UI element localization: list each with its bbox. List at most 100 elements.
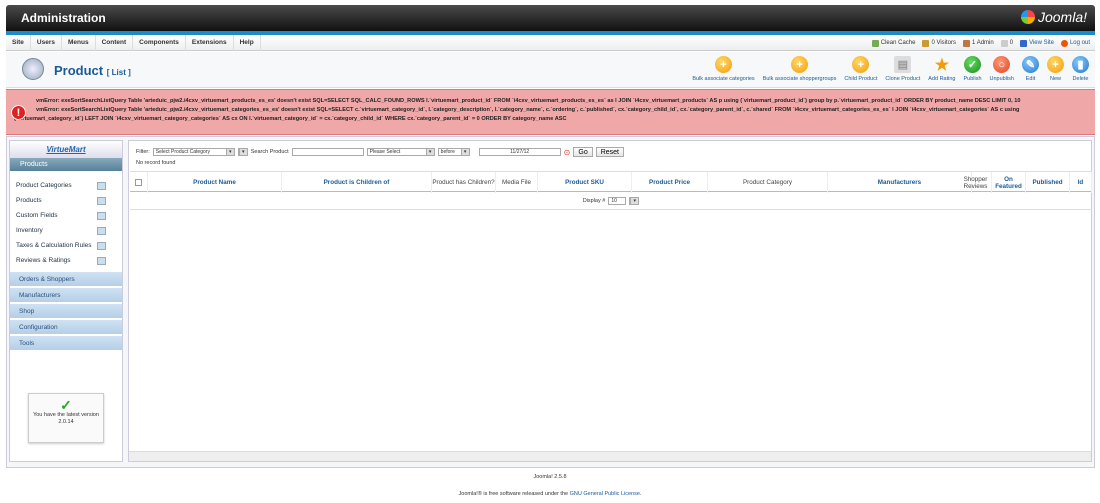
toolbar-button-label: Bulk associate shoppergroups [762, 76, 837, 82]
menu-site[interactable]: Site [6, 34, 31, 51]
date-operator-select[interactable]: before ▾ [437, 148, 470, 156]
new-button[interactable]: + New [1045, 56, 1066, 82]
sidebar-item-label: Taxes & Calculation Rules [16, 242, 92, 249]
column-media-file: Media File [496, 172, 538, 193]
menu-users[interactable]: Users [31, 34, 62, 51]
date-input[interactable]: 11/27/12 [478, 148, 561, 156]
sidebar-item-product-categories[interactable]: Product Categories [10, 182, 122, 191]
gpl-link[interactable]: GNU General Public License [570, 491, 640, 497]
select-all-checkbox-cell [130, 172, 148, 193]
go-button[interactable]: Go [573, 147, 593, 157]
products-icon [97, 197, 106, 205]
sidebar-heading[interactable]: Products [10, 158, 122, 171]
taxes-calculation-rules-icon [97, 242, 106, 250]
column-shopper-reviews: Shopper Reviews [960, 172, 992, 193]
column-on-featured[interactable]: On Featured [992, 172, 1026, 193]
column-product-sku[interactable]: Product SKU [538, 172, 632, 193]
display-select[interactable]: ▾ [629, 197, 640, 205]
sidebar-item-label: Products [16, 197, 42, 204]
mail-icon [1000, 39, 1008, 47]
status-bar: Clean Cache 0 Visitors 1 Admin 0 View Si… [871, 35, 1090, 51]
column-product-is-children-of[interactable]: Product is Children of [282, 172, 432, 193]
column-manufacturers[interactable]: Manufacturers [828, 172, 972, 193]
bulk-associate-shoppergroups-button[interactable]: + Bulk associate shoppergroups [761, 56, 839, 82]
view-site-link[interactable]: View Site [1020, 39, 1054, 47]
error-icon: ! [11, 105, 26, 120]
footer-version: Joomla! 2.5.8 [533, 474, 567, 480]
clean-cache-link[interactable]: Clean Cache [871, 39, 915, 47]
joomla-logo-icon [1020, 10, 1035, 24]
edit-button[interactable]: ✎ Edit [1020, 56, 1041, 82]
product-categories-icon [97, 182, 106, 190]
column-id[interactable]: Id [1070, 172, 1092, 193]
toolbar-button-label: New [1049, 76, 1061, 82]
error-message: vmError: exeSortSearchListQuery Table 'a… [36, 98, 1021, 104]
virtuemart-logo[interactable]: VirtueMart [10, 141, 122, 158]
sidebar-item-products[interactable]: Products [10, 197, 122, 206]
category-select-extra[interactable]: ▾ [237, 148, 248, 156]
users-icon [922, 39, 930, 47]
toolbar-buttons: + Bulk associate categories + Bulk associat… [690, 56, 1091, 82]
admin-title: Administration [21, 11, 106, 25]
display-label: Display # [582, 198, 606, 204]
sidebar-items: Product Categories Products Custom Fields I… [10, 171, 122, 266]
sidebar-item-taxes-calculation-rules[interactable]: Taxes & Calculation Rules [10, 242, 122, 251]
search-input[interactable] [291, 148, 364, 156]
toolbar: Product [ List ] + Bulk associate categor… [6, 52, 1095, 88]
sidebar-item-custom-fields[interactable]: Custom Fields [10, 212, 122, 221]
plus-icon: + [1047, 56, 1064, 73]
menu-menus[interactable]: Menus [62, 34, 96, 51]
admin-icon [963, 39, 971, 47]
toolbar-button-label: Bulk associate categories [692, 76, 755, 82]
column-published[interactable]: Published [1026, 172, 1070, 193]
publish-button[interactable]: ✓ Publish [961, 56, 983, 82]
status-select[interactable]: Please Select ▾ [366, 148, 435, 156]
select-all-checkbox[interactable] [135, 179, 142, 186]
plus-icon: + [715, 56, 732, 73]
menu-content[interactable]: Content [96, 34, 134, 51]
delete-button[interactable]: ▮ Delete [1070, 56, 1091, 82]
version-box: ✓ You have the latest version 2.0.14 [28, 393, 104, 443]
no-record-text: No record found [136, 160, 176, 166]
menu-extensions[interactable]: Extensions [186, 34, 234, 51]
messages-count[interactable]: 0 [1000, 39, 1013, 47]
star-icon: ★ [934, 56, 950, 74]
column-product-name[interactable]: Product Name [148, 172, 282, 193]
calendar-icon[interactable]: ⊙ [564, 148, 571, 157]
sidebar-section-shop[interactable]: Shop [10, 304, 122, 319]
sidebar-item-label: Reviews & Ratings [16, 257, 71, 264]
sidebar-section-orders-shoppers[interactable]: Orders & Shoppers [10, 272, 122, 287]
unpublish-button[interactable]: ○ Unpublish [988, 56, 1016, 82]
sidebar-item-reviews-ratings[interactable]: Reviews & Ratings [10, 257, 122, 266]
add-rating-button[interactable]: ★ Add Rating [926, 56, 957, 83]
sidebar-section-manufacturers[interactable]: Manufacturers [10, 288, 122, 303]
clone-product-button[interactable]: ▤ Clone Product [883, 56, 922, 82]
horizontal-scrollbar[interactable] [129, 451, 1091, 461]
product-list-panel: Filter: Select Product Category ▾ ▾ Searc… [128, 140, 1092, 462]
sidebar-item-inventory[interactable]: Inventory [10, 227, 122, 236]
logout-link[interactable]: Log out [1060, 39, 1090, 47]
toolbar-button-label: Clone Product [885, 76, 921, 82]
joomla-logo: Joomla! [1020, 9, 1087, 25]
category-select[interactable]: Select Product Category ▾ [152, 148, 235, 156]
chevron-down-icon: ▾ [630, 198, 639, 204]
page-subtitle: [ List ] [106, 68, 131, 77]
bulk-associate-categories-button[interactable]: + Bulk associate categories [690, 56, 756, 82]
chevron-down-icon: ▾ [425, 149, 434, 155]
menu-help[interactable]: Help [234, 34, 261, 51]
column-product-price[interactable]: Product Price [632, 172, 708, 193]
column-product-has-children: Product has Children? [432, 172, 496, 193]
filter-label: Filter: [136, 149, 150, 155]
check-icon: ✓ [60, 397, 72, 413]
child-product-button[interactable]: + Child Product [842, 56, 879, 82]
sidebar-section-tools[interactable]: Tools [10, 336, 122, 351]
sidebar-item-label: Custom Fields [16, 212, 58, 219]
menu-components[interactable]: Components [133, 34, 186, 51]
sidebar-section-configuration[interactable]: Configuration [10, 320, 122, 335]
display-count: 10 [608, 197, 627, 205]
search-label: Search Product [250, 149, 289, 155]
toolbar-button-label: Delete [1072, 76, 1089, 82]
logout-icon [1060, 39, 1068, 47]
toolbar-button-label: Child Product [844, 76, 878, 82]
reset-button[interactable]: Reset [595, 147, 625, 157]
